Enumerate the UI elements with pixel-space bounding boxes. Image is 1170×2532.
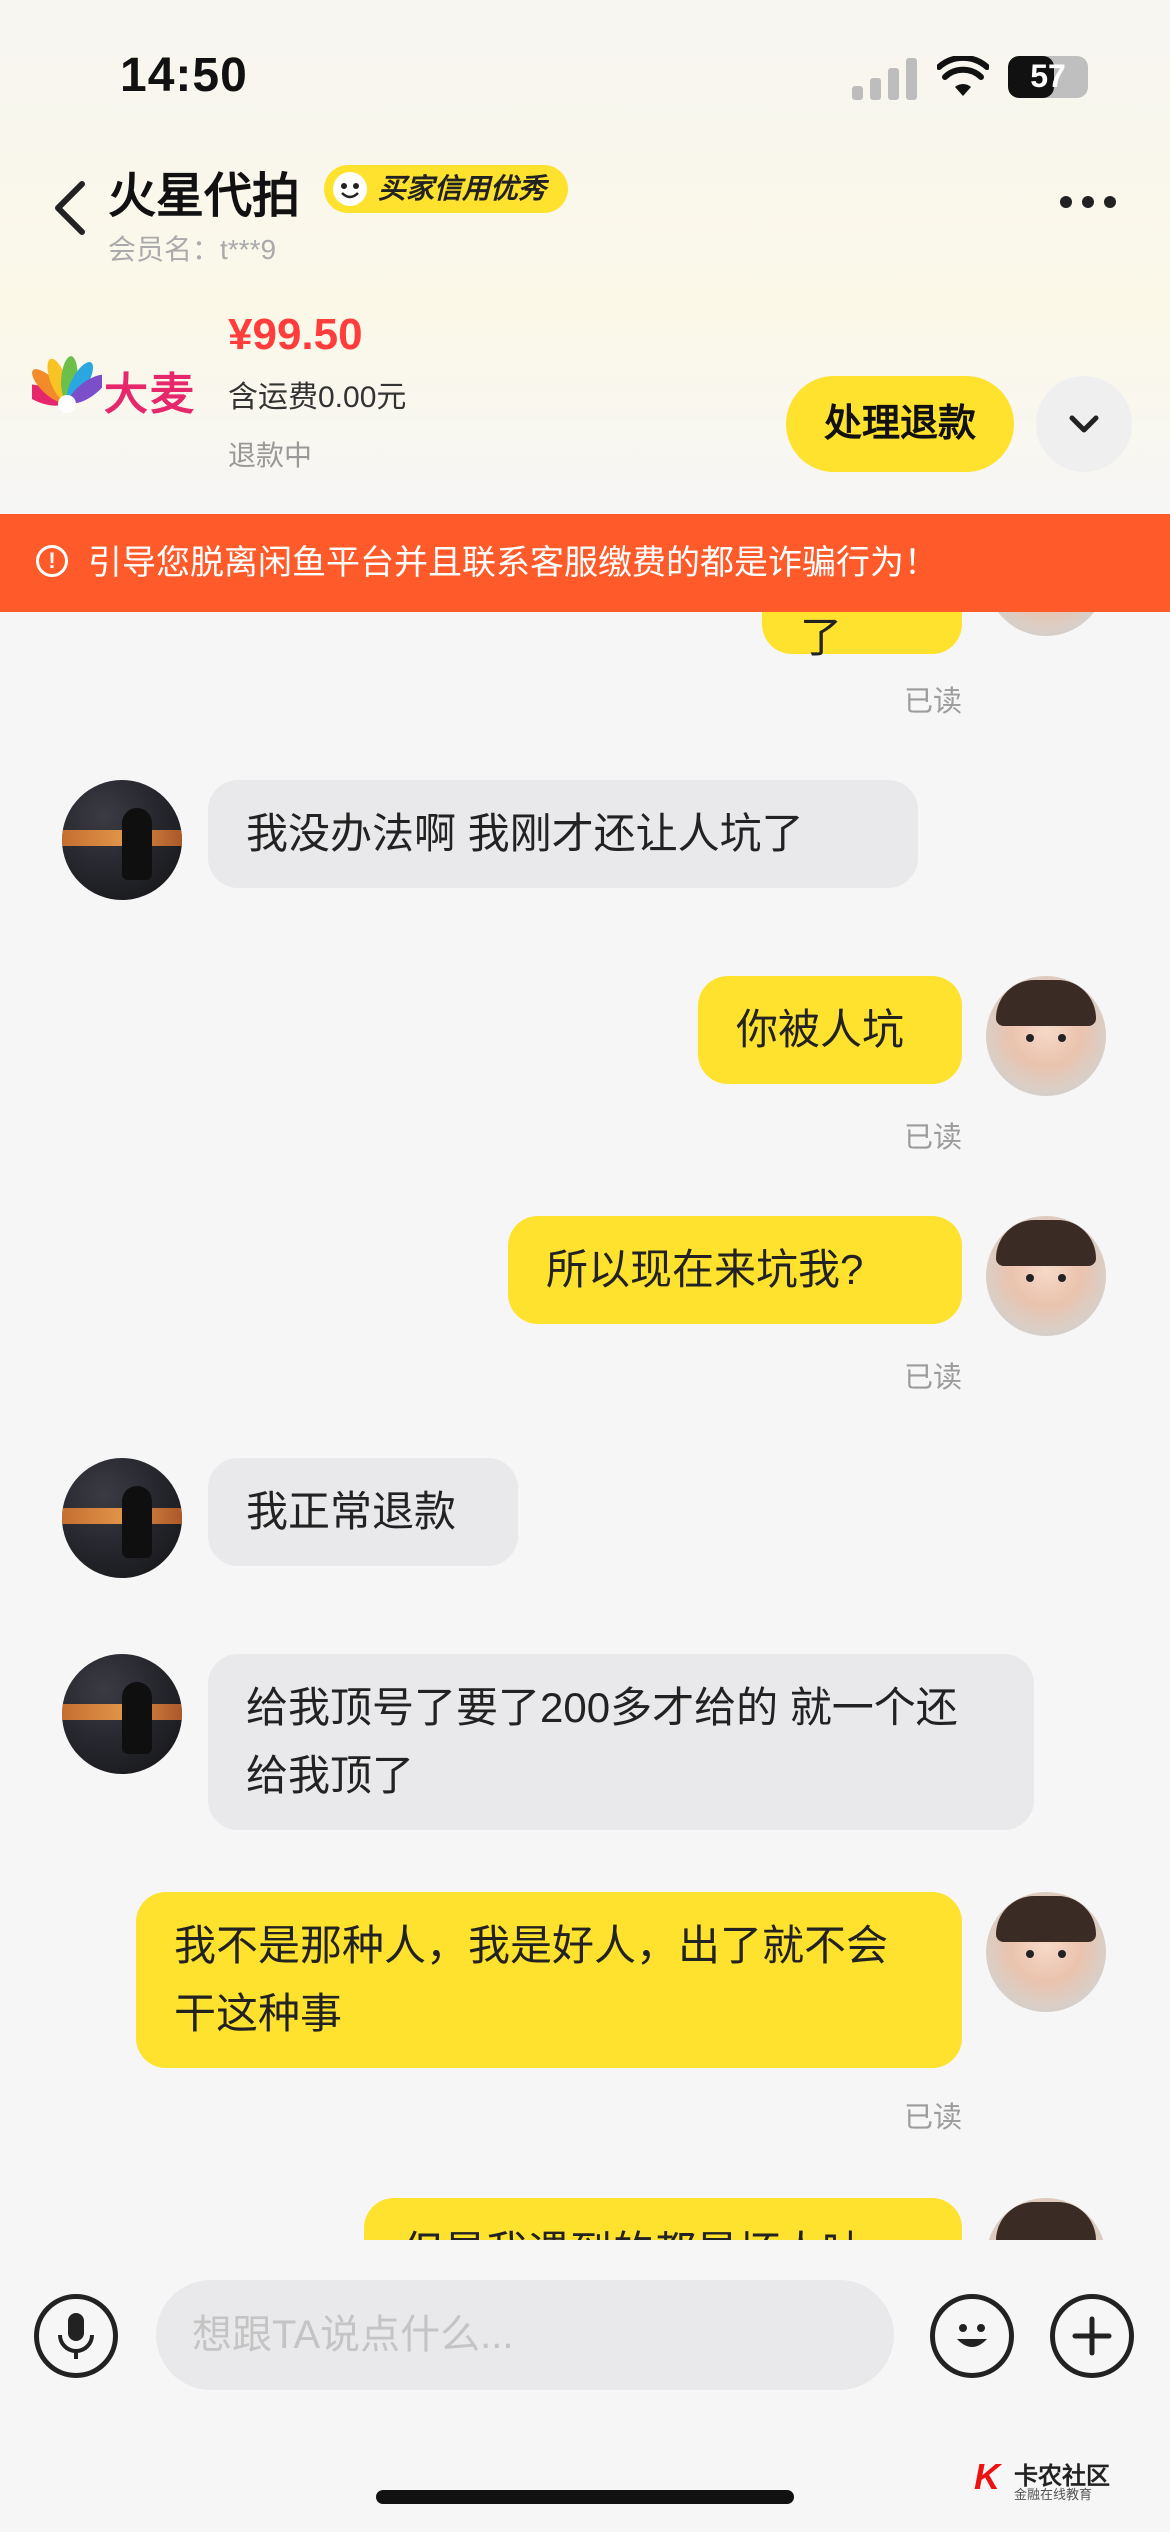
more-actions-button[interactable] <box>1050 2294 1134 2378</box>
read-receipt: 已读 <box>904 1122 963 1154</box>
seller-avatar[interactable] <box>62 1654 182 1774</box>
process-refund-button[interactable]: 处理退款 <box>786 376 1014 472</box>
my-avatar[interactable] <box>986 976 1106 1096</box>
refund-status: 退款中 <box>228 440 313 471</box>
watermark-subtitle: 金融在线教育 <box>1014 2487 1093 2502</box>
product-price: ¥99.50 <box>228 310 363 359</box>
voice-button[interactable] <box>34 2294 118 2378</box>
shop-name[interactable]: 火星代拍 <box>108 156 300 226</box>
member-name: 会员名：t***9 <box>108 234 277 265</box>
message-bubble[interactable]: 你被人坑 <box>698 976 962 1084</box>
smiley-face-icon <box>333 172 367 206</box>
watermark-logo-icon: K <box>974 2456 1000 2497</box>
home-indicator[interactable] <box>376 2490 794 2504</box>
emoji-button[interactable] <box>930 2294 1014 2378</box>
emoji-icon <box>957 2324 987 2347</box>
battery-percent: 57 <box>1030 58 1066 94</box>
message-bubble[interactable]: 再见了 <box>762 612 962 661</box>
credit-badge[interactable]: 买家信用优秀 <box>324 165 569 213</box>
chevron-down-icon <box>1069 415 1099 433</box>
message-bubble[interactable]: 我正常退款 <box>208 1458 518 1566</box>
logo-text: 大麦 <box>104 370 196 419</box>
fraud-warning-banner: ! 引导您脱离闲鱼平台并且联系客服缴费的都是诈骗行为！ <box>0 514 1170 612</box>
exclamation-circle-icon: ! <box>36 545 68 577</box>
plus-icon <box>1072 2316 1112 2356</box>
product-logo[interactable]: 大麦 <box>32 330 212 440</box>
message-bubble[interactable]: 所以现在来坑我? <box>508 1216 962 1324</box>
credit-badge-label: 买家信用优秀 <box>378 173 547 204</box>
shipping-fee: 含运费0.00元 <box>228 381 407 414</box>
read-receipt: 已读 <box>904 2102 963 2134</box>
message-bubble[interactable]: 给我顶号了要了200多才给的 就一个还给我顶了 <box>208 1654 1034 1830</box>
chat-messages[interactable]: 再见了 已读 我没办法啊 我刚才还让人坑了 你被人坑 已读 所以现在来坑我? 已… <box>0 612 1170 2240</box>
warning-text: 引导您脱离闲鱼平台并且联系客服缴费的都是诈骗行为！ <box>88 544 938 582</box>
signal-icon <box>852 58 918 100</box>
microphone-icon <box>58 2313 94 2359</box>
back-button[interactable] <box>50 178 90 238</box>
read-receipt: 已读 <box>904 1362 963 1394</box>
my-avatar[interactable] <box>986 612 1106 636</box>
seller-avatar[interactable] <box>62 780 182 900</box>
message-input[interactable]: 想跟TA说点什么... <box>156 2280 894 2390</box>
battery-icon: 57 <box>1008 56 1088 98</box>
wifi-icon <box>936 54 990 98</box>
message-bubble[interactable]: 我不是那种人，我是好人，出了就不会干这种事 <box>136 1892 962 2068</box>
my-avatar[interactable] <box>986 1216 1106 1336</box>
read-receipt: 已读 <box>904 686 963 718</box>
peacock-fan-icon <box>32 356 102 413</box>
expand-button[interactable] <box>1036 376 1132 472</box>
seller-avatar[interactable] <box>62 1458 182 1578</box>
more-options-icon[interactable] <box>1060 195 1126 213</box>
my-avatar[interactable] <box>986 2198 1106 2240</box>
message-bubble[interactable]: 我没办法啊 我刚才还让人坑了 <box>208 780 918 888</box>
message-bubble[interactable]: 但是我遇到的都是坏人呐 <box>364 2198 962 2240</box>
my-avatar[interactable] <box>986 1892 1106 2012</box>
status-time: 14:50 <box>120 49 248 102</box>
